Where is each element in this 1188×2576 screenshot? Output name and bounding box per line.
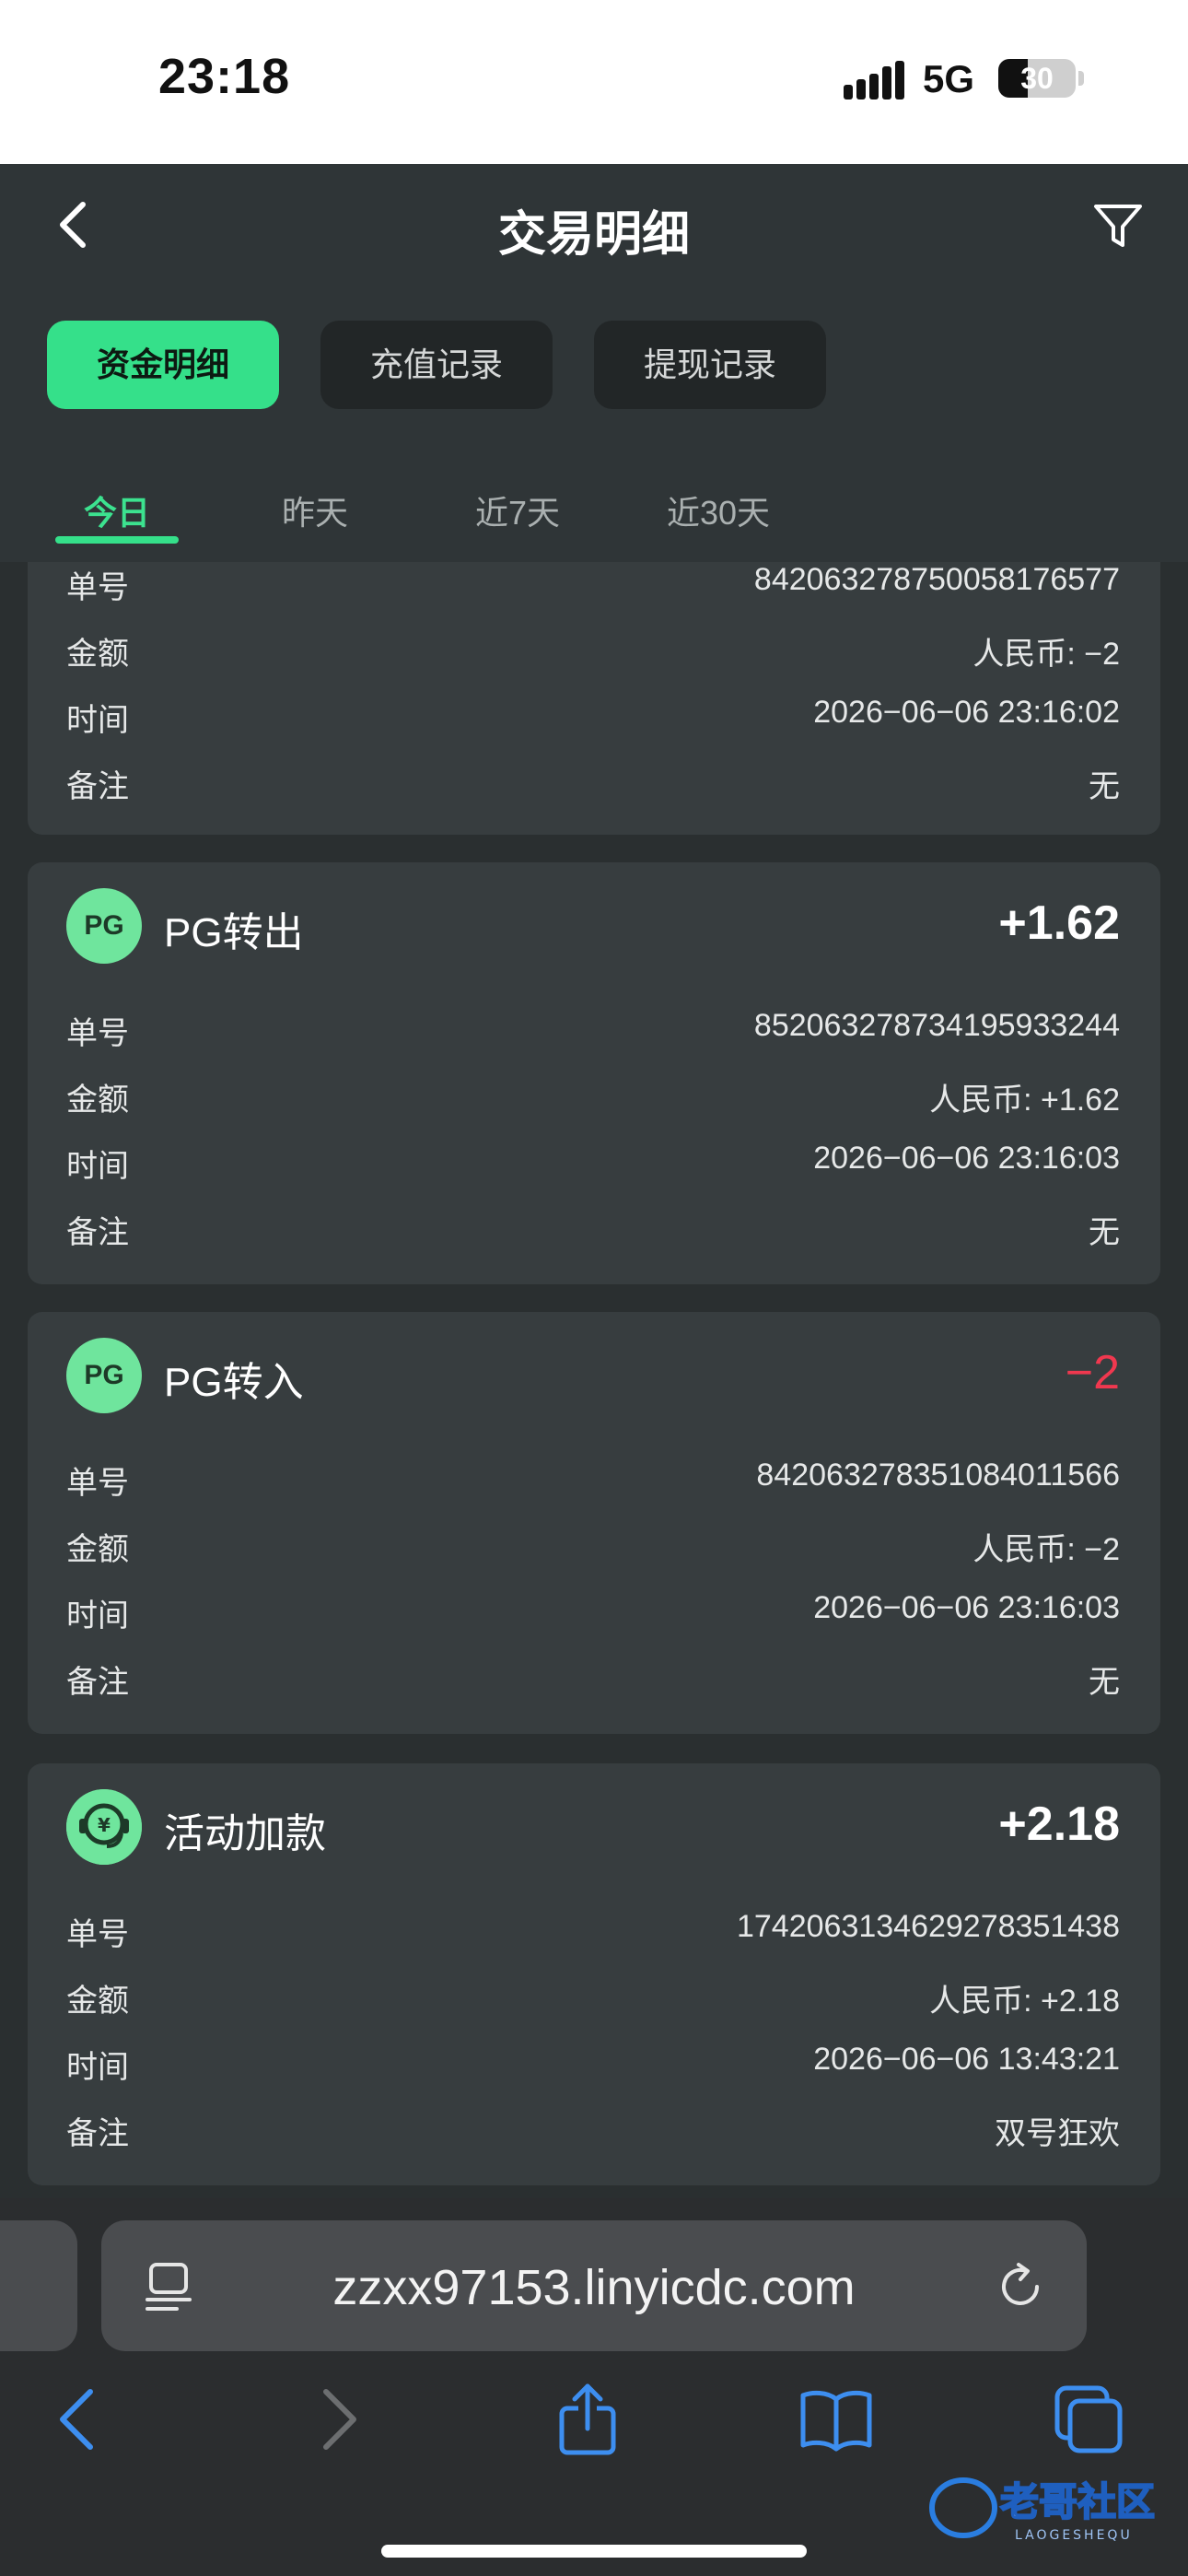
reload-icon[interactable] — [993, 2259, 1048, 2314]
svg-text:¥: ¥ — [98, 1814, 111, 1836]
bookmarks-icon[interactable] — [799, 2383, 873, 2456]
transaction-time: 2026−06−06 23:16:03 — [813, 1141, 1120, 1176]
row-time: 时间 2026−06−06 23:16:02 — [66, 695, 1120, 738]
app-header: 交易明细 资金明细 充值记录 提现记录 今日 昨天 近7天 近30天 — [0, 164, 1188, 562]
row-time: 时间 2026−06−06 23:16:03 — [66, 1141, 1120, 1184]
order-number: 842063278750058176577 — [753, 562, 1120, 597]
row-amount: 金额 人民币: +1.62 — [66, 1074, 1120, 1120]
date-tab-yesterday[interactable]: 昨天 — [258, 486, 372, 534]
order-number: 842063278351084011566 — [756, 1458, 1120, 1493]
row-amount: 金额 人民币: −2 — [66, 1524, 1120, 1570]
tab-recharge-records[interactable]: 充值记录 — [320, 321, 553, 409]
note: 无 — [1089, 769, 1120, 804]
transaction-title: PG转入 — [164, 1360, 304, 1405]
transaction-card[interactable]: PG PG转出 +1.62 单号 852063278734195933244 金… — [28, 862, 1160, 1284]
row-note: 备注 双号狂欢 — [66, 2108, 1120, 2154]
amount-detail: 人民币: −2 — [973, 637, 1120, 672]
watermark-subtext: LAOGESHEQU — [1015, 2528, 1133, 2543]
row-order: 单号 842063278750058176577 — [66, 562, 1120, 605]
date-tab-7days[interactable]: 近7天 — [460, 486, 575, 534]
transaction-title: PG转出 — [164, 910, 304, 955]
page-title: 交易明细 — [497, 208, 690, 262]
row-order: 单号 852063278734195933244 — [66, 1008, 1120, 1051]
active-tab-indicator — [55, 536, 179, 544]
browser-back-icon[interactable] — [42, 2383, 116, 2456]
tab-fund-details[interactable]: 资金明细 — [47, 321, 279, 409]
browser-toolbar: zzxx97153.linyicdc.com 老哥社区 LAOGESHEQU — [0, 2198, 1188, 2576]
transaction-title: 活动加款 — [164, 1811, 326, 1856]
share-icon[interactable] — [551, 2383, 624, 2456]
order-number: 174206313462927835143​8 — [736, 1909, 1120, 1944]
row-time: 时间 2026−06−06 23:16:03 — [66, 1590, 1120, 1633]
row-order: 单号 842063278351084011566 — [66, 1458, 1120, 1501]
battery-tip — [1078, 71, 1084, 86]
transaction-amount: −2 — [1065, 1346, 1120, 1399]
address-bar[interactable]: zzxx97153.linyicdc.com — [101, 2220, 1087, 2351]
activity-bonus-icon: ¥ — [66, 1789, 142, 1865]
transaction-card[interactable]: ¥ 活动加款 +2.18 单号 174206313462927835143​8 … — [28, 1763, 1160, 2185]
transaction-time: 2026−06−06 13:43:21 — [813, 2042, 1120, 2077]
battery-icon: 30 — [998, 59, 1076, 98]
pg-icon: PG — [66, 1338, 142, 1413]
transaction-card[interactable]: PG PG转入 −2 单号 842063278351084011566 金额 人… — [28, 1312, 1160, 1734]
note: 无 — [1089, 1665, 1120, 1700]
transaction-amount: +1.62 — [998, 896, 1120, 950]
filter-icon[interactable] — [1092, 201, 1144, 252]
transaction-time: 2026−06−06 23:16:02 — [813, 695, 1120, 730]
row-time: 时间 2026−06−06 13:43:21 — [66, 2042, 1120, 2085]
note: 无 — [1089, 1215, 1120, 1250]
network-label: 5G — [923, 57, 975, 100]
transaction-amount: +2.18 — [998, 1797, 1120, 1851]
watermark-text: 老哥社区 — [1000, 2479, 1155, 2524]
pg-icon: PG — [66, 888, 142, 964]
battery-level: 30 — [1020, 62, 1054, 95]
tab-withdraw-records[interactable]: 提现记录 — [594, 321, 826, 409]
transaction-card-partial[interactable]: 单号 842063278750058176577 金额 人民币: −2 时间 2… — [28, 562, 1160, 835]
amount-detail: 人民币: +2.18 — [929, 1984, 1120, 2019]
previous-tab-peek[interactable] — [0, 2220, 77, 2351]
row-order: 单号 174206313462927835143​8 — [66, 1909, 1120, 1952]
watermark-logo: 老哥社区 LAOGESHEQU — [929, 2477, 1156, 2543]
note: 双号狂欢 — [995, 2116, 1120, 2151]
amount-detail: 人民币: +1.62 — [929, 1083, 1120, 1118]
order-number: 852063278734195933244 — [753, 1008, 1120, 1043]
status-bar: 23:18 5G 30 — [0, 0, 1188, 164]
tabs-icon[interactable] — [1052, 2383, 1125, 2456]
row-amount: 金额 人民币: +2.18 — [66, 1975, 1120, 2021]
date-tab-30days[interactable]: 近30天 — [654, 486, 783, 534]
url-text[interactable]: zzxx97153.linyicdc.com — [101, 2259, 1087, 2316]
row-note: 备注 无 — [66, 1657, 1120, 1703]
date-tab-today[interactable]: 今日 — [55, 486, 179, 534]
transaction-time: 2026−06−06 23:16:03 — [813, 1590, 1120, 1625]
row-note: 备注 无 — [66, 761, 1120, 807]
signal-icon — [844, 61, 906, 100]
row-note: 备注 无 — [66, 1207, 1120, 1253]
home-indicator[interactable] — [381, 2545, 807, 2558]
status-time: 23:18 — [158, 49, 291, 104]
browser-forward-icon[interactable] — [300, 2383, 374, 2456]
amount-detail: 人民币: −2 — [973, 1532, 1120, 1567]
row-amount: 金额 人民币: −2 — [66, 628, 1120, 674]
